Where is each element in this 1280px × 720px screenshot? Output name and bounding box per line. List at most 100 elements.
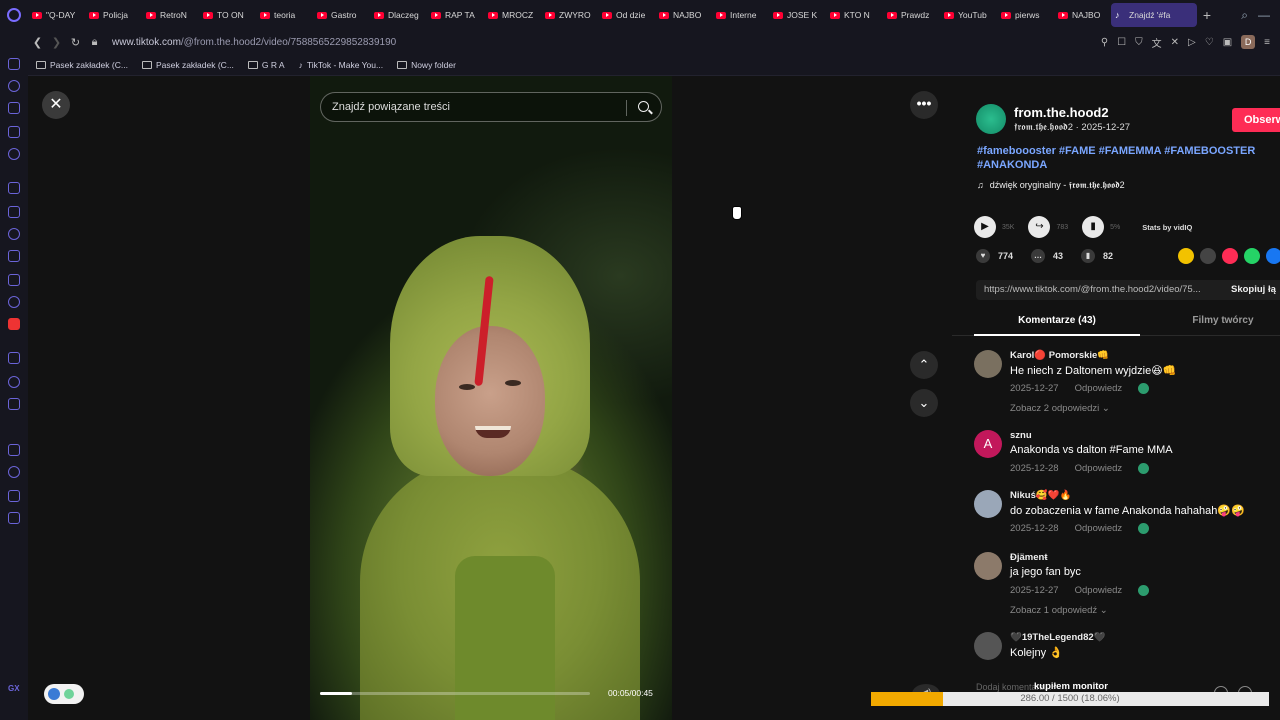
menu-icon[interactable]: ≡: [1264, 37, 1270, 48]
view-replies-button[interactable]: Zobacz 2 odpowiedzi ⌄: [1010, 403, 1110, 414]
comment-username[interactable]: Ðjämenŧ: [1010, 552, 1047, 563]
facebook-icon[interactable]: [1266, 248, 1280, 264]
forward-button[interactable]: ❯: [47, 36, 66, 49]
tab-item[interactable]: ZWYRO: [541, 3, 598, 27]
reply-button[interactable]: Odpowiedz: [1075, 383, 1123, 394]
minimize-icon[interactable]: —: [1258, 8, 1270, 22]
record-icon[interactable]: [8, 318, 20, 330]
save-button[interactable]: ▮ 82: [1081, 249, 1113, 263]
send-icon[interactable]: [1222, 248, 1238, 264]
wallet-icon[interactable]: [8, 126, 20, 138]
spotify-icon[interactable]: [8, 352, 20, 364]
reload-button[interactable]: ↻: [66, 36, 85, 49]
heart-icon[interactable]: [8, 398, 20, 410]
search-icon[interactable]: [638, 101, 649, 112]
bag-icon[interactable]: [8, 102, 20, 114]
comment-avatar[interactable]: [974, 552, 1002, 580]
tab-item[interactable]: NAJBO: [655, 3, 712, 27]
search-tabs-icon[interactable]: ⌕: [1241, 8, 1248, 23]
tab-item[interactable]: Dlaczeg: [370, 3, 427, 27]
profile-avatar[interactable]: D: [1241, 35, 1256, 49]
bookmark-item[interactable]: Pasek zakładek (C...: [36, 60, 128, 70]
history-icon[interactable]: [8, 80, 20, 92]
home-icon[interactable]: [8, 58, 20, 70]
more-options-button[interactable]: •••: [910, 91, 938, 119]
browser-logo-icon[interactable]: [0, 0, 28, 30]
sound-row[interactable]: ♫ dźwięk oryginalny - 𝖋𝖗𝖔𝖒.𝖙𝖍𝖊.𝖍𝖔𝖔𝖉2: [977, 180, 1125, 191]
bookmark-item[interactable]: Nowy folder: [397, 60, 456, 70]
reply-button[interactable]: Odpowiedz: [1075, 585, 1123, 596]
x-icon[interactable]: [8, 274, 20, 286]
coin-icon[interactable]: [1178, 248, 1194, 264]
translate-icon[interactable]: 文: [1152, 35, 1162, 50]
reply-button[interactable]: Odpowiedz: [1075, 523, 1123, 534]
tab-item[interactable]: pierws: [997, 3, 1054, 27]
reply-button[interactable]: Odpowiedz: [1075, 463, 1123, 474]
clock-icon[interactable]: [8, 444, 20, 456]
bookmark-item[interactable]: G R A: [247, 60, 285, 70]
gx-icon[interactable]: GX: [8, 684, 20, 693]
discord-icon[interactable]: [8, 296, 20, 308]
embed-icon[interactable]: [1200, 248, 1216, 264]
tab-item[interactable]: Prawdz: [883, 3, 940, 27]
whatsapp-icon[interactable]: [1244, 248, 1260, 264]
comment-avatar[interactable]: [974, 632, 1002, 660]
new-tab-button[interactable]: +: [1197, 7, 1217, 23]
tab-item[interactable]: Interne: [712, 3, 769, 27]
tab-item[interactable]: teoria: [256, 3, 313, 27]
tab-creator-videos[interactable]: Filmy twórcy: [1168, 312, 1278, 336]
comment-avatar[interactable]: [974, 490, 1002, 518]
pin-icon[interactable]: ⚲: [1101, 37, 1108, 48]
comment-username[interactable]: sznu: [1010, 430, 1032, 441]
wallet-icon[interactable]: ▣: [1223, 37, 1232, 48]
comment-avatar[interactable]: [974, 350, 1002, 378]
tab-item[interactable]: JOSE K: [769, 3, 826, 27]
author-name[interactable]: from.the.hood2: [1014, 105, 1109, 120]
chat-icon[interactable]: [8, 206, 20, 218]
tab-item[interactable]: TO ON: [199, 3, 256, 27]
comment-avatar[interactable]: A: [974, 430, 1002, 458]
view-replies-button[interactable]: Zobacz 1 odpowiedź ⌄: [1010, 605, 1108, 616]
box-icon[interactable]: [8, 490, 20, 502]
reaction-icon[interactable]: [1138, 463, 1150, 474]
previous-video-button[interactable]: ⌃: [910, 351, 938, 379]
tab-item[interactable]: RAP TA: [427, 3, 484, 27]
author-avatar[interactable]: [976, 104, 1006, 134]
tab-item[interactable]: Od dzie: [598, 3, 655, 27]
tab-item[interactable]: Gastro: [313, 3, 370, 27]
tab-item[interactable]: KTO N: [826, 3, 883, 27]
tab-item[interactable]: RetroN: [142, 3, 199, 27]
bar-chart-icon[interactable]: ▮: [1082, 216, 1105, 238]
reaction-icon[interactable]: [1138, 585, 1150, 596]
play-icon[interactable]: ▷: [1188, 37, 1196, 48]
tab-comments[interactable]: Komentarze (43): [974, 312, 1140, 336]
close-button[interactable]: ✕: [42, 91, 70, 119]
bookmark-item[interactable]: Pasek zakładek (C...: [141, 60, 234, 70]
shield-icon[interactable]: ⛉: [1135, 37, 1143, 48]
messenger-icon[interactable]: [8, 148, 20, 160]
video-player[interactable]: [310, 76, 672, 720]
like-button[interactable]: ♥ 774: [976, 249, 1013, 263]
tab-item[interactable]: NAJBO: [1054, 3, 1111, 27]
post-hashtags[interactable]: #fameboooster #FAME #FAMEMMA #FAMEBOOSTE…: [977, 144, 1267, 172]
extension-toggle[interactable]: [44, 684, 84, 704]
reaction-icon[interactable]: [1138, 523, 1150, 534]
heart-icon[interactable]: ♡: [1205, 37, 1214, 48]
player-icon[interactable]: [8, 376, 20, 388]
bookmark-item[interactable]: ♪ TikTok - Make You...: [299, 60, 383, 70]
comment-button[interactable]: … 43: [1031, 249, 1063, 263]
url-field[interactable]: www.tiktok.com/@from.the.hood2/video/758…: [112, 37, 396, 48]
related-search-input[interactable]: Znajdź powiązane treści: [320, 92, 662, 122]
copy-link-button[interactable]: Skopiuj łą: [1231, 280, 1276, 300]
settings-icon[interactable]: [8, 512, 20, 524]
share-arrow-icon[interactable]: ↪: [1028, 216, 1051, 238]
follow-button[interactable]: Obserw: [1232, 108, 1280, 132]
instagram-icon[interactable]: [8, 250, 20, 262]
next-video-button[interactable]: ⌄: [910, 389, 938, 417]
sync-icon[interactable]: ✕: [1171, 37, 1179, 48]
comment-username[interactable]: 🖤19TheLegend82🖤: [1010, 632, 1105, 643]
comment-username[interactable]: Karol🔴 Pomorskie👊: [1010, 350, 1109, 361]
back-button[interactable]: ❮: [28, 36, 47, 49]
download-icon[interactable]: [8, 466, 20, 478]
tab-item[interactable]: YouTub: [940, 3, 997, 27]
